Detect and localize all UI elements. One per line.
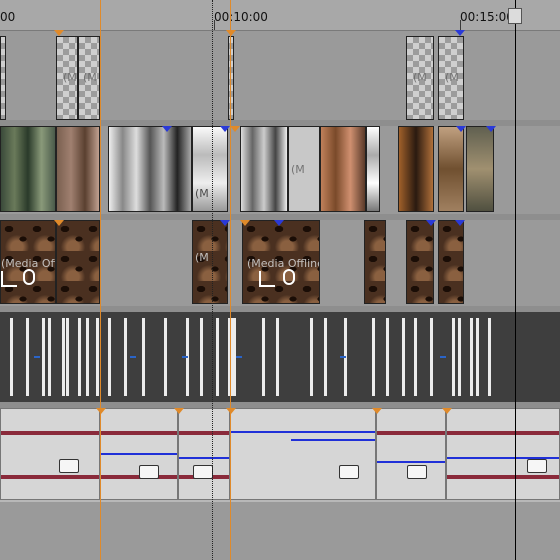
clip-offline-label: (M: [445, 71, 459, 84]
clip-marker: [226, 30, 236, 36]
clip-marker: [174, 408, 184, 414]
timeline-ruler[interactable]: 00 00:10:00 00:15:00: [0, 0, 560, 31]
ruler-major-tick: [460, 20, 461, 30]
video-clip[interactable]: [466, 126, 494, 212]
video-clip[interactable]: (M: [438, 36, 464, 120]
audio-clip[interactable]: [0, 408, 100, 500]
playhead-handle-icon[interactable]: [508, 8, 522, 24]
ruler-timecode-10min: 00:10:00: [214, 10, 268, 24]
ruler-timecode-start: 00: [0, 10, 16, 24]
clip-marker: [220, 126, 230, 132]
clip-marker: [96, 408, 106, 414]
video-clip[interactable]: [56, 126, 100, 212]
pan-knob-icon[interactable]: [527, 459, 547, 473]
video-clip[interactable]: [108, 126, 192, 212]
pan-knob-icon[interactable]: [193, 465, 213, 479]
video-clip[interactable]: (M: [406, 36, 434, 120]
pan-knob-icon[interactable]: [59, 459, 79, 473]
clip-marker: [274, 220, 284, 226]
clip-marker: [455, 30, 465, 36]
clip-marker: [426, 220, 436, 226]
video-clip[interactable]: (M: [78, 36, 100, 120]
audio-track[interactable]: [0, 408, 560, 502]
clip-marker: [54, 220, 64, 226]
edit-cursor-line: [230, 0, 231, 560]
clip-offline-label: (M: [413, 71, 427, 84]
crop-icon[interactable]: [259, 271, 275, 287]
edit-cursor-line: [100, 0, 101, 560]
clip-offline-label: (Media Offline): [247, 257, 319, 270]
video-clip[interactable]: (M: [192, 220, 228, 304]
video-clip[interactable]: (Media Offl: [0, 220, 56, 304]
clip-marker: [486, 126, 496, 132]
pan-knob-icon[interactable]: [407, 465, 427, 479]
video-track-4[interactable]: [0, 312, 560, 402]
ruler-major-tick: [214, 20, 215, 30]
video-track-3[interactable]: (Media Offl (M (Media Offline): [0, 220, 560, 306]
clip-offline-label: (M: [195, 187, 209, 200]
video-clip[interactable]: [228, 36, 234, 120]
clip-marker: [442, 408, 452, 414]
clip-offline-label: (M: [63, 71, 77, 84]
playhead-line: [515, 0, 516, 560]
track-area: (M (M (M (M (M (M (Media Offl (M (Media …: [0, 30, 560, 560]
timeline-window: { "ruler": { "timecodes": [ {"label": "0…: [0, 0, 560, 560]
video-clip[interactable]: (Media Offline): [242, 220, 320, 304]
clip-marker: [226, 408, 236, 414]
audio-clip[interactable]: [178, 408, 230, 500]
clip-marker: [372, 408, 382, 414]
video-clip[interactable]: (M: [192, 126, 228, 212]
clip-marker: [240, 220, 250, 226]
video-clip[interactable]: [0, 126, 56, 212]
audio-clip[interactable]: [446, 408, 560, 500]
video-clip[interactable]: [438, 220, 464, 304]
video-clip[interactable]: (M: [288, 126, 320, 212]
video-clip[interactable]: [56, 220, 100, 304]
video-track-1[interactable]: (M (M (M (M: [0, 30, 560, 120]
clip-marker: [54, 30, 64, 36]
video-clip[interactable]: [366, 126, 380, 212]
clip-marker: [220, 220, 230, 226]
clip-offline-label: (M: [291, 163, 305, 176]
clip-offline-label: (M: [83, 71, 97, 84]
pan-crop-icon[interactable]: [23, 269, 35, 285]
clip-marker: [162, 126, 172, 132]
crop-icon[interactable]: [1, 271, 17, 287]
pan-crop-icon[interactable]: [283, 269, 295, 285]
audio-clip[interactable]: [230, 408, 376, 500]
video-clip[interactable]: [0, 36, 6, 120]
audio-clip[interactable]: [100, 408, 178, 500]
video-clip[interactable]: [398, 126, 434, 212]
audio-clip[interactable]: [376, 408, 446, 500]
video-clip[interactable]: [240, 126, 288, 212]
video-track-2[interactable]: (M (M: [0, 126, 560, 214]
clip-offline-label: (M: [195, 251, 209, 264]
pan-knob-icon[interactable]: [339, 465, 359, 479]
video-clip[interactable]: [438, 126, 464, 212]
video-clip[interactable]: [406, 220, 434, 304]
video-clip[interactable]: [364, 220, 386, 304]
clip-marker: [456, 126, 466, 132]
pan-knob-icon[interactable]: [139, 465, 159, 479]
video-clip[interactable]: (M: [56, 36, 78, 120]
snap-guide-line: [212, 0, 214, 560]
video-clip[interactable]: [320, 126, 366, 212]
clip-marker: [455, 220, 465, 226]
clip-marker: [230, 126, 240, 132]
ruler-timecode-15min: 00:15:00: [460, 10, 514, 24]
